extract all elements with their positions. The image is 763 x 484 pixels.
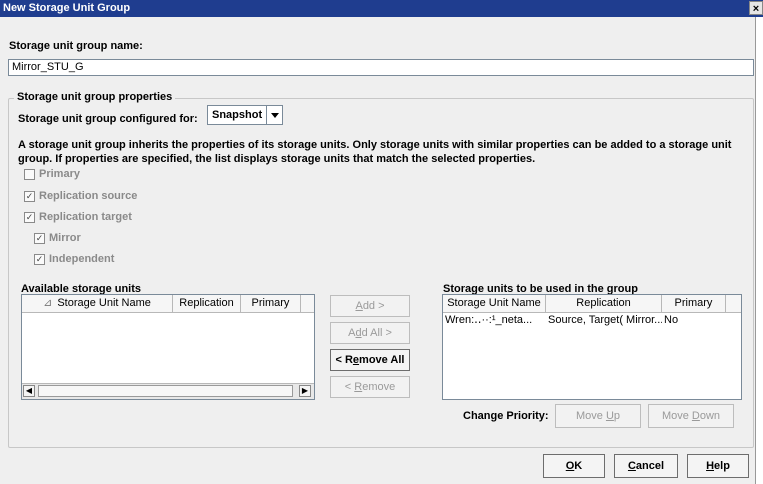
description-line-1: A storage unit group inherits the proper… xyxy=(18,139,732,151)
sort-icon: ⊿ xyxy=(43,297,53,309)
checkbox-mirror: ✓ Mirror xyxy=(34,230,81,246)
column-header-name[interactable]: Storage Unit Name xyxy=(443,295,546,312)
close-button[interactable]: × xyxy=(749,1,763,15)
group-name-label: Storage unit group name: xyxy=(9,40,143,52)
checkbox-label: Replication target xyxy=(39,211,132,223)
checkbox-label: Mirror xyxy=(49,232,81,244)
cell-replication: Source, Target( Mirror... xyxy=(548,314,662,326)
change-priority-label: Change Priority: xyxy=(463,410,549,422)
configured-for-label: Storage unit group configured for: xyxy=(18,113,198,125)
column-header-replication[interactable]: Replication xyxy=(173,295,241,312)
cancel-button[interactable]: Cancel xyxy=(614,454,678,478)
checkbox-box xyxy=(24,168,35,180)
checkmark-icon: ✓ xyxy=(34,253,45,265)
scroll-right-icon[interactable]: ▶ xyxy=(299,385,311,397)
move-up-button[interactable]: Move Up xyxy=(555,404,641,428)
checkbox-primary: Primary xyxy=(24,166,80,182)
move-down-button[interactable]: Move Down xyxy=(648,404,734,428)
cell-name: Wren:‥··:¹_neta... xyxy=(445,314,533,326)
checkbox-independent: ✓ Independent xyxy=(34,251,114,267)
close-icon: × xyxy=(752,3,760,15)
remove-all-button[interactable]: < Remove All xyxy=(330,349,410,371)
checkbox-label: Replication source xyxy=(39,190,138,202)
column-header-replication[interactable]: Replication xyxy=(546,295,662,312)
table-row[interactable]: Wren:‥··:¹_neta... Source, Target( Mirro… xyxy=(443,313,741,328)
dialog-body: Storage unit group name: Mirror_STU_G St… xyxy=(0,17,756,484)
cell-primary: No xyxy=(664,314,679,326)
table-header: Storage Unit Name Replication Primary xyxy=(443,295,741,313)
ok-button[interactable]: OK xyxy=(543,454,605,478)
column-header-name[interactable]: ⊿ Storage Unit Name xyxy=(22,295,173,312)
configured-for-dropdown[interactable]: Snapshot xyxy=(207,105,283,125)
checkbox-replication-target: ✓ Replication target xyxy=(24,209,132,225)
table-header: ⊿ Storage Unit Name Replication Primary xyxy=(22,295,314,313)
checkmark-icon: ✓ xyxy=(24,211,35,223)
chevron-down-icon[interactable] xyxy=(267,106,282,124)
window-title: New Storage Unit Group xyxy=(3,2,131,14)
checkmark-icon: ✓ xyxy=(34,232,45,244)
column-header-primary[interactable]: Primary xyxy=(662,295,726,312)
checkmark-icon: ✓ xyxy=(24,190,35,202)
column-header-primary[interactable]: Primary xyxy=(241,295,301,312)
add-all-button[interactable]: Add All > xyxy=(330,322,410,344)
scroll-left-icon[interactable]: ◀ xyxy=(23,385,35,397)
add-button[interactable]: Add > xyxy=(330,295,410,317)
checkbox-label: Independent xyxy=(49,253,115,265)
group-name-value: Mirror_STU_G xyxy=(12,61,84,73)
description-line-2: group. If properties are specified, the … xyxy=(18,153,536,165)
checkbox-replication-source: ✓ Replication source xyxy=(24,188,137,204)
group-name-input[interactable]: Mirror_STU_G xyxy=(8,59,754,76)
remove-button[interactable]: < Remove xyxy=(330,376,410,398)
checkbox-label: Primary xyxy=(39,168,80,180)
selected-units-table[interactable]: Storage Unit Name Replication Primary Wr… xyxy=(442,294,742,400)
properties-legend: Storage unit group properties xyxy=(14,91,176,103)
scrollbar-thumb[interactable] xyxy=(38,385,293,397)
horizontal-scrollbar[interactable]: ◀ ▶ xyxy=(22,383,314,399)
help-button[interactable]: Help xyxy=(687,454,749,478)
configured-for-value: Snapshot xyxy=(208,106,268,124)
window-title-bar: New Storage Unit Group × xyxy=(0,0,763,17)
